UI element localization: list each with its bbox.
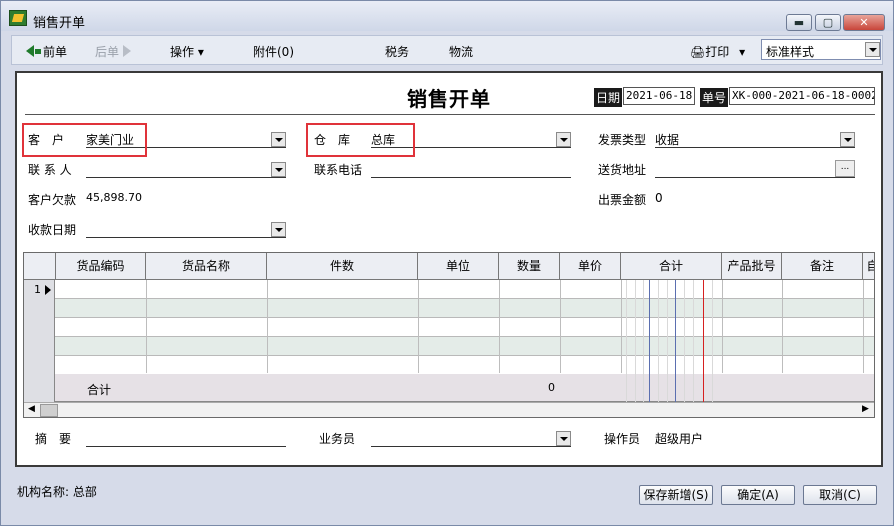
sum-quantity: 0 bbox=[548, 381, 555, 394]
operations-menu[interactable]: 操作 ▾ bbox=[170, 43, 204, 60]
order-form: 销售开单 日期 2021-06-18 单号 XK-000-2021-06-18-… bbox=[15, 71, 883, 467]
confirm-button[interactable]: 确定(A) bbox=[721, 485, 795, 505]
chevron-down-icon[interactable] bbox=[556, 132, 571, 147]
invoice-type-label: 发票类型 bbox=[598, 133, 647, 147]
order-number-label: 单号 bbox=[700, 88, 729, 107]
chevron-down-icon[interactable] bbox=[840, 132, 855, 147]
cancel-button[interactable]: 取消(C) bbox=[803, 485, 877, 505]
chevron-down-icon[interactable] bbox=[271, 132, 286, 147]
col-header-unit[interactable]: 单位 bbox=[418, 253, 499, 280]
col-header-quantity[interactable]: 数量 bbox=[499, 253, 560, 280]
phone-field[interactable] bbox=[371, 160, 571, 178]
close-icon[interactable]: ✕ bbox=[843, 14, 885, 31]
table-row[interactable] bbox=[24, 299, 874, 318]
summary-field[interactable] bbox=[86, 429, 286, 447]
invoice-amount-value: 0 bbox=[655, 191, 663, 205]
customer-highlight bbox=[22, 123, 147, 157]
phone-label: 联系电话 bbox=[314, 163, 363, 177]
sum-label: 合计 bbox=[87, 383, 112, 397]
logistics-button[interactable]: 物流 bbox=[449, 43, 473, 60]
status-bar: 机构名称: 总部 保存新增(S) 确定(A) 取消(C) bbox=[11, 475, 883, 517]
attachments-button[interactable]: 附件(0) bbox=[253, 43, 294, 60]
arrow-left-icon bbox=[26, 45, 34, 57]
row-header bbox=[24, 299, 55, 318]
table-row[interactable] bbox=[24, 356, 874, 375]
sum-row: 合计 0 bbox=[24, 374, 874, 402]
ellipsis-button[interactable]: ... bbox=[835, 160, 855, 177]
chevron-down-icon[interactable] bbox=[271, 162, 286, 177]
scroll-right-icon[interactable]: ▶ bbox=[862, 404, 869, 414]
invoice-amount-label: 出票金额 bbox=[598, 193, 647, 207]
address-label: 送货地址 bbox=[598, 163, 647, 177]
chevron-down-icon[interactable] bbox=[271, 222, 286, 237]
invoice-type-field[interactable]: 收据 bbox=[655, 130, 855, 148]
arrow-right-icon bbox=[122, 45, 131, 57]
horizontal-scrollbar[interactable]: ◀ ▶ bbox=[24, 402, 874, 417]
collect-date-label: 收款日期 bbox=[28, 223, 77, 237]
col-header-extra[interactable]: 自 bbox=[863, 253, 874, 280]
row-header bbox=[24, 356, 55, 375]
row-header: 1 bbox=[24, 280, 55, 299]
debt-label: 客户欠款 bbox=[28, 193, 77, 207]
form-title: 销售开单 bbox=[407, 87, 491, 111]
contact-label: 联 系 人 bbox=[28, 163, 72, 177]
operator-value: 超级用户 bbox=[655, 432, 704, 446]
next-order-button[interactable]: 后单 bbox=[95, 43, 131, 60]
col-header-name[interactable]: 货品名称 bbox=[146, 253, 267, 280]
sales-order-window: 销售开单 ▬ ▢ ✕ 前单 后单 操作 ▾ 附件(0) 税务 物流 🖨打印 ▾ … bbox=[0, 0, 894, 526]
table-row[interactable] bbox=[24, 337, 874, 356]
minimize-icon[interactable]: ▬ bbox=[786, 14, 812, 31]
maximize-icon[interactable]: ▢ bbox=[815, 14, 841, 31]
collect-date-field[interactable] bbox=[86, 220, 286, 238]
window-title: 销售开单 bbox=[33, 16, 86, 31]
org-name: 机构名称: 总部 bbox=[17, 485, 97, 499]
col-header-code[interactable]: 货品编码 bbox=[56, 253, 146, 280]
order-number-field[interactable]: XK-000-2021-06-18-0002 bbox=[729, 87, 875, 105]
title-divider bbox=[25, 114, 875, 115]
col-header-batch[interactable]: 产品批号 bbox=[722, 253, 782, 280]
operator-label: 操作员 bbox=[604, 432, 641, 446]
row-header bbox=[24, 337, 55, 356]
debt-value: 45,898.70 bbox=[86, 191, 142, 204]
col-header-price[interactable]: 单价 bbox=[560, 253, 621, 280]
col-header-total[interactable]: 合计 bbox=[621, 253, 722, 280]
row-header bbox=[24, 318, 55, 337]
prev-order-button[interactable]: 前单 bbox=[26, 43, 67, 60]
address-field[interactable]: ... bbox=[655, 160, 855, 178]
app-logo-icon bbox=[9, 10, 27, 26]
chevron-down-icon[interactable] bbox=[865, 42, 880, 57]
salesperson-label: 业务员 bbox=[319, 432, 356, 446]
scroll-thumb[interactable] bbox=[40, 404, 58, 417]
tax-button[interactable]: 税务 bbox=[385, 43, 409, 60]
save-new-button[interactable]: 保存新增(S) bbox=[639, 485, 713, 505]
date-field[interactable]: 2021-06-18 bbox=[623, 87, 695, 105]
col-header-remark[interactable]: 备注 bbox=[782, 253, 863, 280]
printer-icon: 🖨 bbox=[690, 45, 706, 59]
table-row[interactable] bbox=[24, 318, 874, 337]
caret-down-icon: ▾ bbox=[739, 45, 746, 59]
print-style-select[interactable]: 标准样式 bbox=[761, 39, 881, 60]
date-label: 日期 bbox=[594, 88, 623, 107]
grid-corner bbox=[24, 253, 56, 280]
summary-label: 摘 要 bbox=[35, 432, 72, 446]
contact-field[interactable] bbox=[86, 160, 286, 178]
col-header-pieces[interactable]: 件数 bbox=[267, 253, 418, 280]
toolbar: 前单 后单 操作 ▾ 附件(0) 税务 物流 🖨打印 ▾ 标准样式 bbox=[11, 35, 883, 65]
caret-down-icon: ▾ bbox=[197, 45, 204, 59]
warehouse-highlight bbox=[306, 123, 415, 157]
chevron-down-icon[interactable] bbox=[556, 431, 571, 446]
row-cursor-icon bbox=[45, 285, 51, 295]
print-button[interactable]: 🖨打印 ▾ bbox=[690, 43, 745, 60]
table-row[interactable]: 1 bbox=[24, 280, 874, 299]
scroll-left-icon[interactable]: ◀ bbox=[28, 404, 35, 414]
items-grid: 货品编码 货品名称 件数 单位 数量 单价 合计 产品批号 备注 自 1 bbox=[23, 252, 875, 418]
title-bar: 销售开单 ▬ ▢ ✕ bbox=[1, 1, 893, 31]
salesperson-field[interactable] bbox=[371, 429, 571, 447]
